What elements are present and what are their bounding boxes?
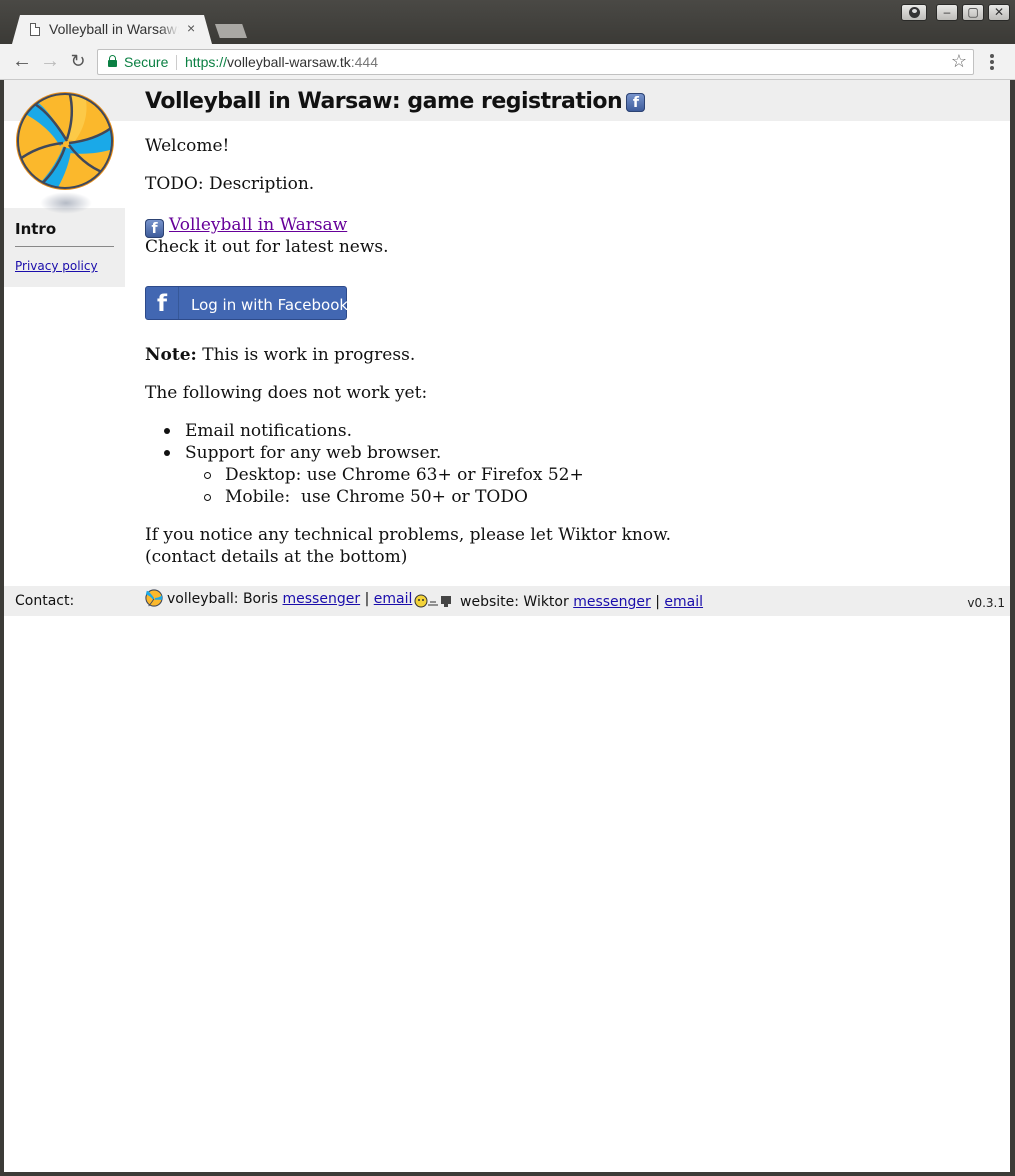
website-contact-label: website: Wiktor <box>460 594 569 610</box>
omnibox-divider <box>176 55 177 70</box>
url-text: https://volleyball-warsaw.tk:444 <box>185 54 378 70</box>
user-icon <box>909 7 920 18</box>
forward-button[interactable]: → <box>38 50 62 74</box>
sidebar-divider <box>15 246 114 247</box>
profile-button[interactable] <box>901 4 927 21</box>
volleyball-logo <box>16 92 114 190</box>
version-label: v0.3.1 <box>967 596 1005 610</box>
list-item: Email notifications. <box>164 420 584 442</box>
facebook-page-link-row: f Volleyball in Warsaw <box>145 214 347 238</box>
volleyball-contact-label: volleyball: Boris <box>167 591 279 607</box>
footer-contact-label: Contact: <box>15 593 75 609</box>
facebook-login-label: Log in with Facebook <box>191 296 349 314</box>
facebook-login-button[interactable]: f Log in with Facebook <box>145 286 349 320</box>
secure-label: Secure <box>124 54 169 70</box>
close-window-button[interactable]: ✕ <box>988 4 1010 21</box>
browser-tab[interactable]: Volleyball in Warsaw: game registration … <box>12 15 212 44</box>
todo-list: Email notifications. Support for any web… <box>164 420 584 508</box>
window-titlebar: Volleyball in Warsaw: game registration … <box>0 0 1015 44</box>
maximize-button[interactable]: ▢ <box>962 4 984 21</box>
check-it-out-text: Check it out for latest news. <box>145 237 389 257</box>
logo-shadow <box>40 192 92 214</box>
footer-website-contact: website: Wiktor messenger | email <box>414 593 703 610</box>
url-host: volleyball-warsaw.tk <box>227 54 351 70</box>
new-tab-button[interactable] <box>215 24 247 38</box>
boris-email-link[interactable]: email <box>374 591 413 607</box>
volleyball-icon <box>145 589 163 607</box>
facebook-page-link[interactable]: Volleyball in Warsaw <box>169 215 347 235</box>
notice-text: If you notice any technical problems, pl… <box>145 525 672 545</box>
address-bar[interactable]: Secure https://volleyball-warsaw.tk:444 … <box>97 49 974 75</box>
boris-messenger-link[interactable]: messenger <box>283 591 361 607</box>
facebook-f-icon: f <box>146 287 179 319</box>
tab-close-icon[interactable]: × <box>187 20 195 36</box>
sidebar-item-privacy-policy[interactable]: Privacy policy <box>15 259 98 273</box>
contact-details-text: (contact details at the bottom) <box>145 547 408 567</box>
note-label: Note: <box>145 345 197 365</box>
note-text: Note: This is work in progress. <box>145 344 415 366</box>
url-scheme: https:// <box>185 54 228 70</box>
wiktor-messenger-link[interactable]: messenger <box>573 594 651 610</box>
sidebar-item-intro[interactable]: Intro <box>15 220 56 238</box>
url-port: :444 <box>350 54 378 70</box>
welcome-text: Welcome! <box>145 136 230 156</box>
footer: Contact: volleyball: Boris messenger | e… <box>4 586 1010 616</box>
back-button[interactable]: ← <box>10 50 34 74</box>
sub-list-item: Mobile: use Chrome 50+ or TODO <box>204 486 584 508</box>
link-separator: | <box>655 594 660 610</box>
bookmark-star-icon[interactable]: ☆ <box>951 51 967 72</box>
following-text: The following does not work yet: <box>145 383 428 403</box>
window-frame-bottom <box>0 1172 1015 1176</box>
minimize-button[interactable]: – <box>936 4 958 21</box>
page-title: Volleyball in Warsaw: game registration f <box>145 89 646 114</box>
sub-list-item: Desktop: use Chrome 63+ or Firefox 52+ <box>204 465 584 485</box>
document-icon <box>30 23 40 36</box>
page-viewport: Intro Privacy policy Volleyball in Warsa… <box>4 80 1010 1172</box>
note-body: This is work in progress. <box>196 345 416 365</box>
computer-guy-icon <box>414 594 451 608</box>
browser-menu-icon[interactable] <box>985 52 999 72</box>
list-item: Support for any web browser. <box>164 442 584 464</box>
facebook-icon[interactable]: f <box>626 92 646 112</box>
browser-toolbar: ← → ↻ Secure https://volleyball-warsaw.t… <box>0 44 1015 80</box>
link-separator: | <box>364 591 370 607</box>
description-text: TODO: Description. <box>145 174 315 194</box>
lock-icon <box>108 55 117 67</box>
tab-title: Volleyball in Warsaw: game registration <box>49 21 179 37</box>
page-title-text: Volleyball in Warsaw: game registration <box>145 89 623 114</box>
wiktor-email-link[interactable]: email <box>664 594 703 610</box>
reload-button[interactable]: ↻ <box>66 50 90 74</box>
footer-volleyball-contact: volleyball: Boris messenger | email <box>145 589 412 607</box>
